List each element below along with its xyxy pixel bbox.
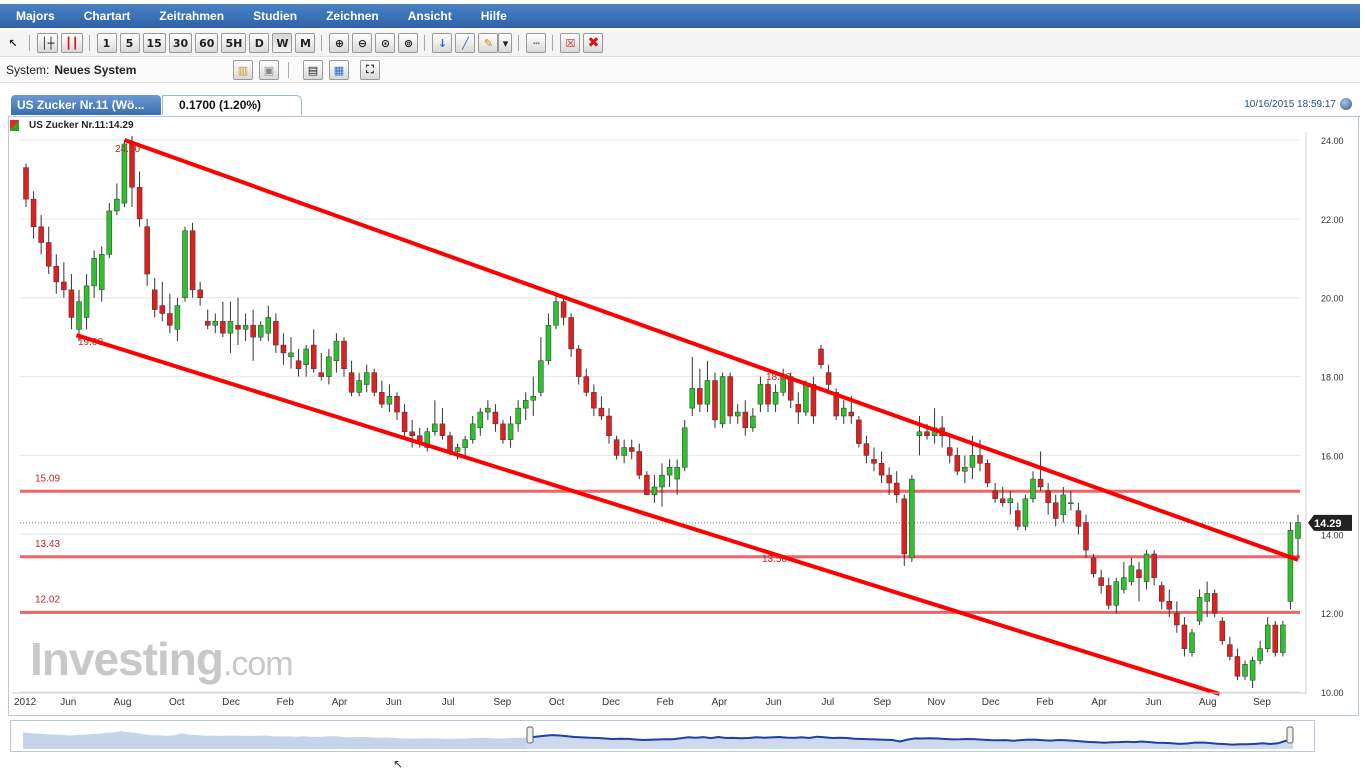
menu-zeitrahmen[interactable]: Zeitrahmen — [143, 9, 237, 23]
timeframe-m-button[interactable]: M — [295, 33, 316, 53]
toolbar-divider — [321, 35, 323, 51]
timeframe-5-button[interactable]: 5 — [119, 33, 140, 53]
menu-ansicht[interactable]: Ansicht — [392, 9, 465, 23]
menu-bar: Majors Chartart Zeitrahmen Studien Zeichnen A… — [0, 4, 1360, 28]
toolbar: ↖ │┼ ┃┃ 1 5 15 30 60 5H D W M ⊕ ⊖ ⊙ ⊚ ↓ ╱ ✎ ▾ ┄ … — [0, 30, 1360, 57]
chart-area[interactable] — [8, 116, 1359, 716]
timeframe-30-button[interactable]: 30 — [168, 33, 193, 53]
navigator-chart — [23, 723, 1294, 749]
bar-chart-type-icon[interactable]: │┼ — [37, 33, 59, 53]
toolbar-divider — [518, 35, 520, 51]
timeframe-5h-button[interactable]: 5H — [221, 33, 247, 53]
price-change: 0.1700 (1.20%) — [162, 95, 302, 115]
timeframe-d-button[interactable]: D — [249, 33, 270, 53]
legend-text: US Zucker Nr.11:14.29 — [29, 119, 134, 131]
timeframe-1-button[interactable]: 1 — [96, 33, 117, 53]
mouse-cursor-icon: ↖ — [393, 757, 404, 771]
investing-watermark: Investing.com — [30, 632, 294, 686]
menu-chartart[interactable]: Chartart — [68, 9, 144, 23]
navigator-handle-right-icon — [1286, 726, 1294, 744]
tab-instrument[interactable]: US Zucker Nr.11 (Wö... — [11, 95, 161, 115]
pencil-menu-chevron-icon[interactable]: ▾ — [498, 33, 513, 53]
watermark-brand: Investing — [30, 633, 224, 685]
toolbar-divider — [552, 35, 554, 51]
menu-hilfe[interactable]: Hilfe — [465, 9, 520, 23]
delete-drawing-icon[interactable]: ☒ — [560, 33, 581, 53]
zoom-out-icon[interactable]: ⊖ — [352, 33, 373, 53]
chart-legend: US Zucker Nr.11:14.29 — [10, 118, 134, 132]
fullscreen-icon[interactable]: ⛶ — [360, 60, 380, 80]
crosshair-icon[interactable]: ┄ — [526, 33, 547, 53]
open-folder-icon[interactable]: ▥ — [233, 60, 253, 80]
menu-majors[interactable]: Majors — [0, 9, 68, 23]
zoom-fit-icon[interactable]: ⊙ — [375, 33, 396, 53]
toolbar-divider — [288, 62, 289, 78]
zoom-reset-icon[interactable]: ⊚ — [398, 33, 419, 53]
instrument-tab-bar: US Zucker Nr.11 (Wö... 0.1700 (1.20%) 10… — [8, 94, 1360, 117]
navigator-handle-left-icon — [526, 726, 534, 744]
system-bar: System: Neues System ▥ ▣ ▤ ▦ ⛶ — [0, 58, 1360, 83]
navigator-window — [526, 723, 1293, 749]
timeframe-60-button[interactable]: 60 — [195, 33, 219, 53]
menu-zeichnen[interactable]: Zeichnen — [310, 9, 392, 23]
timeframe-group: 1 5 15 30 60 5H D W M — [94, 33, 316, 53]
watermark-suffix: .com — [222, 645, 294, 683]
system-name: Neues System — [54, 63, 137, 77]
refresh-icon[interactable] — [1340, 98, 1352, 110]
toolbar-divider — [29, 35, 30, 51]
pointer-tool-icon[interactable]: ↖ — [3, 33, 23, 53]
screenshot-icon[interactable]: ▦ — [329, 60, 349, 80]
system-label: System: — [6, 63, 50, 77]
save-icon[interactable]: ▣ — [259, 60, 279, 80]
timeframe-w-button[interactable]: W — [272, 33, 293, 53]
zoom-in-icon[interactable]: ⊕ — [329, 33, 350, 53]
toolbar-divider — [424, 35, 426, 51]
color-flag-icon — [10, 119, 19, 131]
pencil-icon[interactable]: ✎ — [478, 33, 499, 53]
toolbar-divider — [88, 35, 90, 51]
download-icon[interactable]: ↓ — [432, 33, 453, 53]
print-icon[interactable]: ▤ — [303, 60, 323, 80]
close-icon[interactable]: ✖ — [583, 33, 604, 53]
timeframe-15-button[interactable]: 15 — [142, 33, 166, 53]
candlestick-chart-type-icon[interactable]: ┃┃ — [61, 33, 83, 53]
timestamp: 10/16/2015 18:59:17 — [1244, 99, 1336, 110]
draw-line-icon[interactable]: ╱ — [455, 33, 476, 53]
navigator[interactable] — [10, 720, 1315, 752]
menu-studien[interactable]: Studien — [237, 9, 310, 23]
